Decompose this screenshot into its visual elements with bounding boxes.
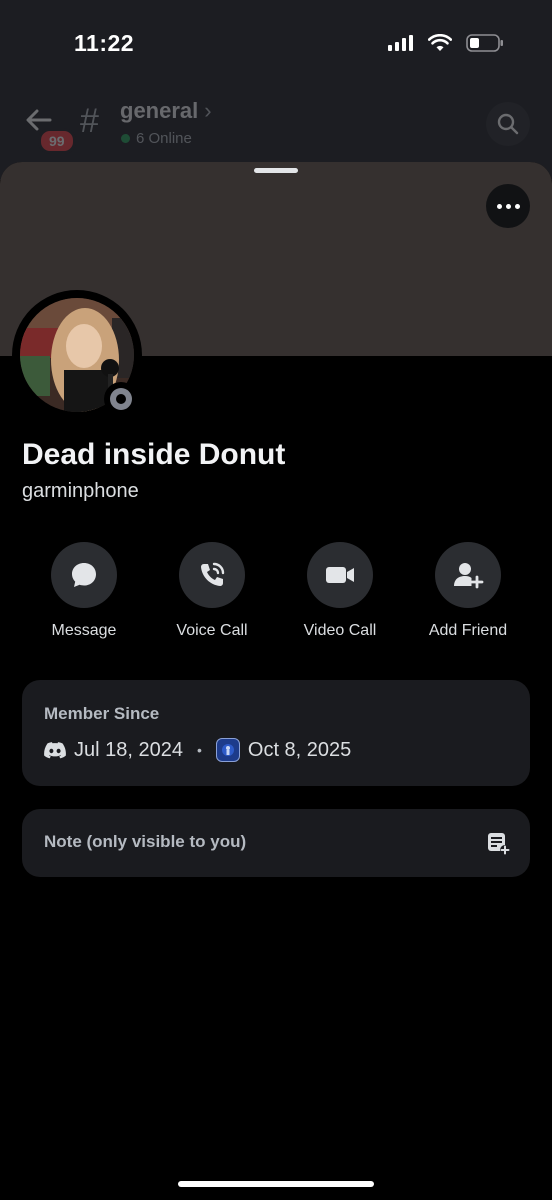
add-friend-label: Add Friend bbox=[428, 622, 508, 639]
discord-logo-icon bbox=[44, 741, 66, 758]
ellipsis-icon bbox=[496, 203, 502, 209]
member-since-row: Jul 18, 2024 • Oct 8, 2025 bbox=[44, 738, 351, 762]
video-call-button[interactable]: Video Call bbox=[276, 542, 404, 640]
profile-sheet: Dead inside Donut garminphone Message Vo… bbox=[0, 162, 552, 1200]
edit-note-icon bbox=[488, 833, 510, 855]
message-circle[interactable] bbox=[51, 542, 117, 608]
status-time: 11:22 bbox=[74, 30, 135, 56]
background-app: 11:22 99 # general › 6 Online bbox=[0, 0, 552, 180]
hash-icon: # bbox=[80, 102, 99, 140]
online-dot-icon bbox=[121, 134, 130, 143]
server-icon bbox=[215, 738, 240, 762]
add-friend-icon bbox=[454, 563, 484, 589]
more-options-button[interactable] bbox=[486, 184, 530, 228]
server-member-date: Oct 8, 2025 bbox=[247, 738, 352, 761]
member-since-title: Member Since bbox=[44, 704, 160, 723]
avatar-container[interactable] bbox=[12, 290, 142, 420]
message-label: Message bbox=[51, 622, 117, 639]
home-indicator[interactable] bbox=[178, 1181, 374, 1187]
voice-call-button[interactable]: Voice Call bbox=[148, 542, 276, 640]
unread-badge: 99 bbox=[38, 128, 76, 154]
voice-call-label: Voice Call bbox=[176, 622, 248, 639]
add-friend-circle[interactable] bbox=[435, 542, 501, 608]
video-call-label: Video Call bbox=[303, 622, 377, 639]
chat-bubble-icon bbox=[72, 563, 96, 587]
chevron-right-icon: › bbox=[204, 98, 212, 123]
online-count: 6 Online bbox=[121, 130, 192, 147]
member-since-card: Member Since Jul 18, 2024 • Oct 8, 2025 bbox=[22, 680, 530, 786]
video-call-circle[interactable] bbox=[307, 542, 373, 608]
channel-header: 99 # general › 6 Online bbox=[0, 90, 552, 160]
add-friend-button[interactable]: Add Friend bbox=[404, 542, 532, 640]
sheet-grabber[interactable] bbox=[254, 168, 298, 173]
username[interactable]: garminphone bbox=[22, 480, 139, 503]
online-label: 6 Online bbox=[136, 130, 192, 147]
channel-name-label: general bbox=[120, 98, 199, 123]
search-icon bbox=[497, 113, 519, 135]
action-buttons: Message Voice Call Video Call Add Friend bbox=[20, 542, 532, 640]
display-name: Dead inside Donut bbox=[22, 438, 286, 471]
status-bar: 11:22 bbox=[0, 0, 552, 90]
offline-status-icon bbox=[104, 382, 138, 416]
video-camera-icon bbox=[326, 567, 354, 583]
cellular-signal-icon bbox=[388, 35, 413, 51]
status-icons bbox=[388, 34, 504, 52]
wifi-icon bbox=[428, 34, 452, 51]
channel-name[interactable]: general › bbox=[120, 98, 212, 124]
discord-member-date: Jul 18, 2024 bbox=[74, 738, 183, 761]
phone-icon bbox=[201, 562, 225, 586]
server-emblem-icon bbox=[221, 744, 234, 756]
search-button[interactable] bbox=[486, 102, 530, 146]
battery-icon bbox=[466, 34, 503, 52]
note-placeholder: Note (only visible to you) bbox=[44, 832, 247, 851]
voice-call-circle[interactable] bbox=[179, 542, 245, 608]
note-field[interactable]: Note (only visible to you) bbox=[22, 809, 530, 877]
message-button[interactable]: Message bbox=[20, 542, 148, 640]
date-separator: • bbox=[196, 742, 202, 758]
